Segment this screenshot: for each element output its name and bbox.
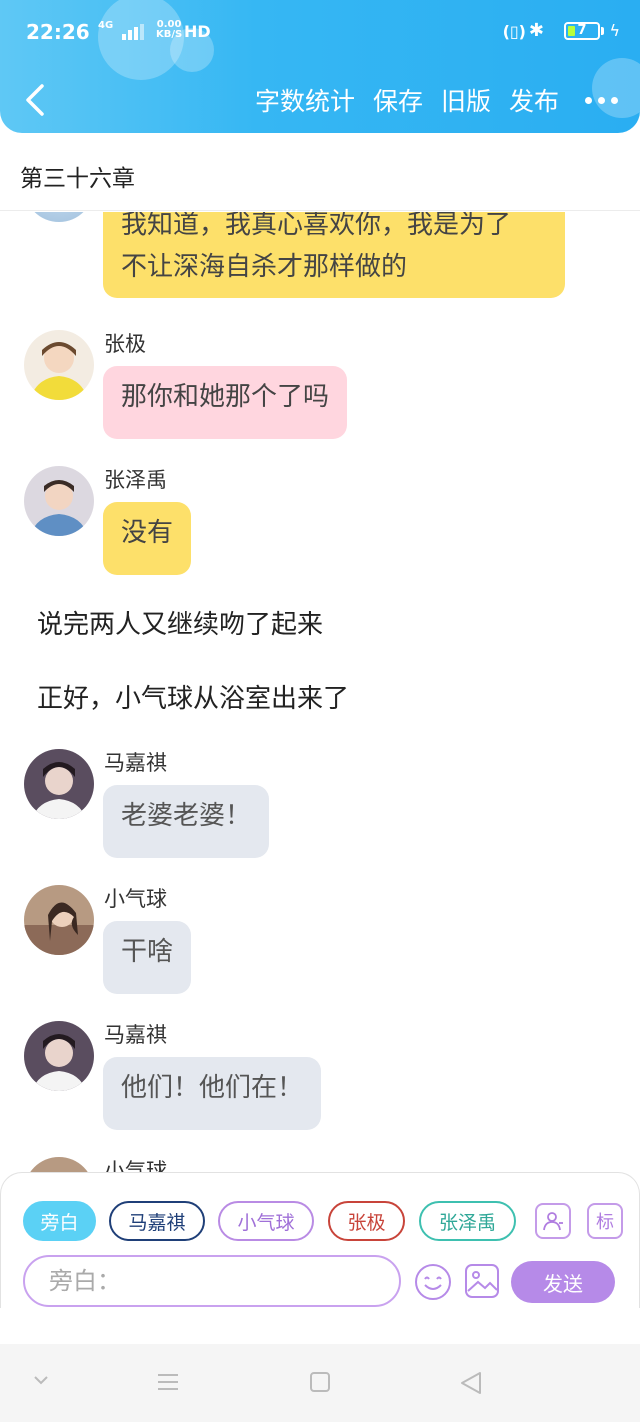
chip-label: 旁白 bbox=[40, 1211, 79, 1234]
narration-text: 说完两人又继续吻了起来 bbox=[37, 610, 324, 640]
word-count-button[interactable]: 字数统计 bbox=[255, 82, 355, 118]
message-bubble: 没有 bbox=[103, 502, 192, 575]
chevron-down-icon[interactable] bbox=[31, 1370, 51, 1390]
sender-name: 张极 bbox=[104, 332, 146, 356]
chapter-title[interactable]: 第三十六章 bbox=[20, 159, 135, 193]
battery-icon: 7 bbox=[564, 22, 600, 40]
back-button[interactable] bbox=[20, 80, 56, 120]
home-icon[interactable] bbox=[308, 1370, 332, 1394]
chip-label: 小气球 bbox=[237, 1211, 295, 1234]
message-text: 干啥 bbox=[121, 937, 174, 967]
message-bubble: 我知道，我真心喜欢你，我是为了 不让深海自杀才那样做的 bbox=[103, 212, 565, 298]
message-bubble: 老婆老婆！ bbox=[103, 785, 270, 858]
battery-level: 7 bbox=[577, 23, 587, 38]
sender-name: 小气球 bbox=[104, 887, 167, 911]
sender-name: 张泽禹 bbox=[104, 468, 167, 492]
character-chip[interactable]: 马嘉祺 bbox=[109, 1201, 205, 1241]
narration-text: 正好，小气球从浴室出来了 bbox=[37, 684, 350, 714]
chapter-bar: 第三十六章 bbox=[0, 133, 640, 211]
character-chip[interactable]: 张泽禹 bbox=[419, 1201, 516, 1241]
character-chip[interactable]: 张极 bbox=[328, 1201, 405, 1241]
signal-icon bbox=[122, 24, 144, 40]
message-text: 那你和她那个了吗 bbox=[121, 382, 330, 412]
sender-name: 马嘉祺 bbox=[104, 751, 167, 775]
avatar bbox=[24, 212, 94, 222]
send-button[interactable]: 发送 bbox=[511, 1261, 615, 1303]
battery-cap bbox=[601, 27, 604, 35]
message-text: 他们！他们在！ bbox=[121, 1073, 304, 1103]
character-manage-button[interactable] bbox=[535, 1203, 571, 1239]
menu-icon[interactable] bbox=[156, 1370, 180, 1394]
charging-icon: ϟ bbox=[609, 21, 620, 40]
avatar bbox=[24, 330, 94, 400]
spacer bbox=[0, 1308, 640, 1344]
net-speed-unit: KB/S bbox=[156, 29, 183, 40]
avatar bbox=[24, 749, 94, 819]
vibrate-icon: (▯) bbox=[502, 22, 526, 41]
chip-label: 马嘉祺 bbox=[128, 1211, 186, 1234]
message-input[interactable] bbox=[23, 1255, 401, 1307]
message-text: 不让深海自杀才那样做的 bbox=[121, 252, 408, 282]
sender-name: 马嘉祺 bbox=[104, 1023, 167, 1047]
mark-label: 标 bbox=[596, 1212, 614, 1233]
message-text: 我知道，我真心喜欢你，我是为了 bbox=[121, 212, 512, 240]
network-type: 4G bbox=[98, 20, 114, 31]
bluetooth-icon: ✱ bbox=[528, 20, 544, 41]
character-chip-narration[interactable]: 旁白 bbox=[23, 1201, 96, 1241]
toolbar-actions: 字数统计 保存 旧版 发布 bbox=[237, 78, 618, 122]
hd-indicator: HD bbox=[184, 22, 211, 41]
nav-bar: 字数统计 保存 旧版 发布 bbox=[0, 78, 640, 122]
character-chip[interactable]: 小气球 bbox=[218, 1201, 314, 1241]
back-triangle-icon[interactable] bbox=[458, 1370, 484, 1396]
old-version-button[interactable]: 旧版 bbox=[441, 82, 491, 118]
save-button[interactable]: 保存 bbox=[373, 82, 423, 118]
chip-label: 张泽禹 bbox=[438, 1211, 496, 1234]
system-nav-bar bbox=[0, 1344, 640, 1422]
net-speed: 0.00 KB/S bbox=[156, 20, 182, 40]
message-bubble: 干啥 bbox=[103, 921, 192, 994]
more-icon[interactable] bbox=[585, 78, 618, 122]
message-bubble: 他们！他们在！ bbox=[103, 1057, 322, 1130]
chip-label: 张极 bbox=[347, 1211, 386, 1234]
message-bubble: 那你和她那个了吗 bbox=[103, 366, 348, 439]
app-header: 22:26 4G 0.00 KB/S HD (▯) ✱ 7 ϟ 字数统计 保存 … bbox=[0, 0, 640, 133]
send-label: 发送 bbox=[543, 1271, 583, 1296]
emoji-icon[interactable] bbox=[414, 1263, 452, 1301]
image-icon[interactable] bbox=[464, 1263, 500, 1299]
avatar bbox=[24, 466, 94, 536]
publish-button[interactable]: 发布 bbox=[509, 82, 559, 118]
avatar bbox=[24, 885, 94, 955]
chat-list[interactable]: 我知道，我真心喜欢你，我是为了 不让深海自杀才那样做的 张极 那你和她那个了吗 … bbox=[0, 212, 640, 1174]
message-text: 没有 bbox=[121, 518, 174, 548]
mark-button[interactable]: 标 bbox=[587, 1203, 623, 1239]
composer-panel: 旁白 马嘉祺 小气球 张极 张泽禹 标 发送 bbox=[0, 1172, 640, 1308]
message-text: 老婆老婆！ bbox=[121, 801, 252, 831]
avatar bbox=[24, 1021, 94, 1091]
status-bar: 22:26 4G 0.00 KB/S HD (▯) ✱ 7 ϟ bbox=[26, 18, 620, 48]
person-icon bbox=[543, 1212, 563, 1231]
status-time: 22:26 bbox=[26, 20, 90, 44]
